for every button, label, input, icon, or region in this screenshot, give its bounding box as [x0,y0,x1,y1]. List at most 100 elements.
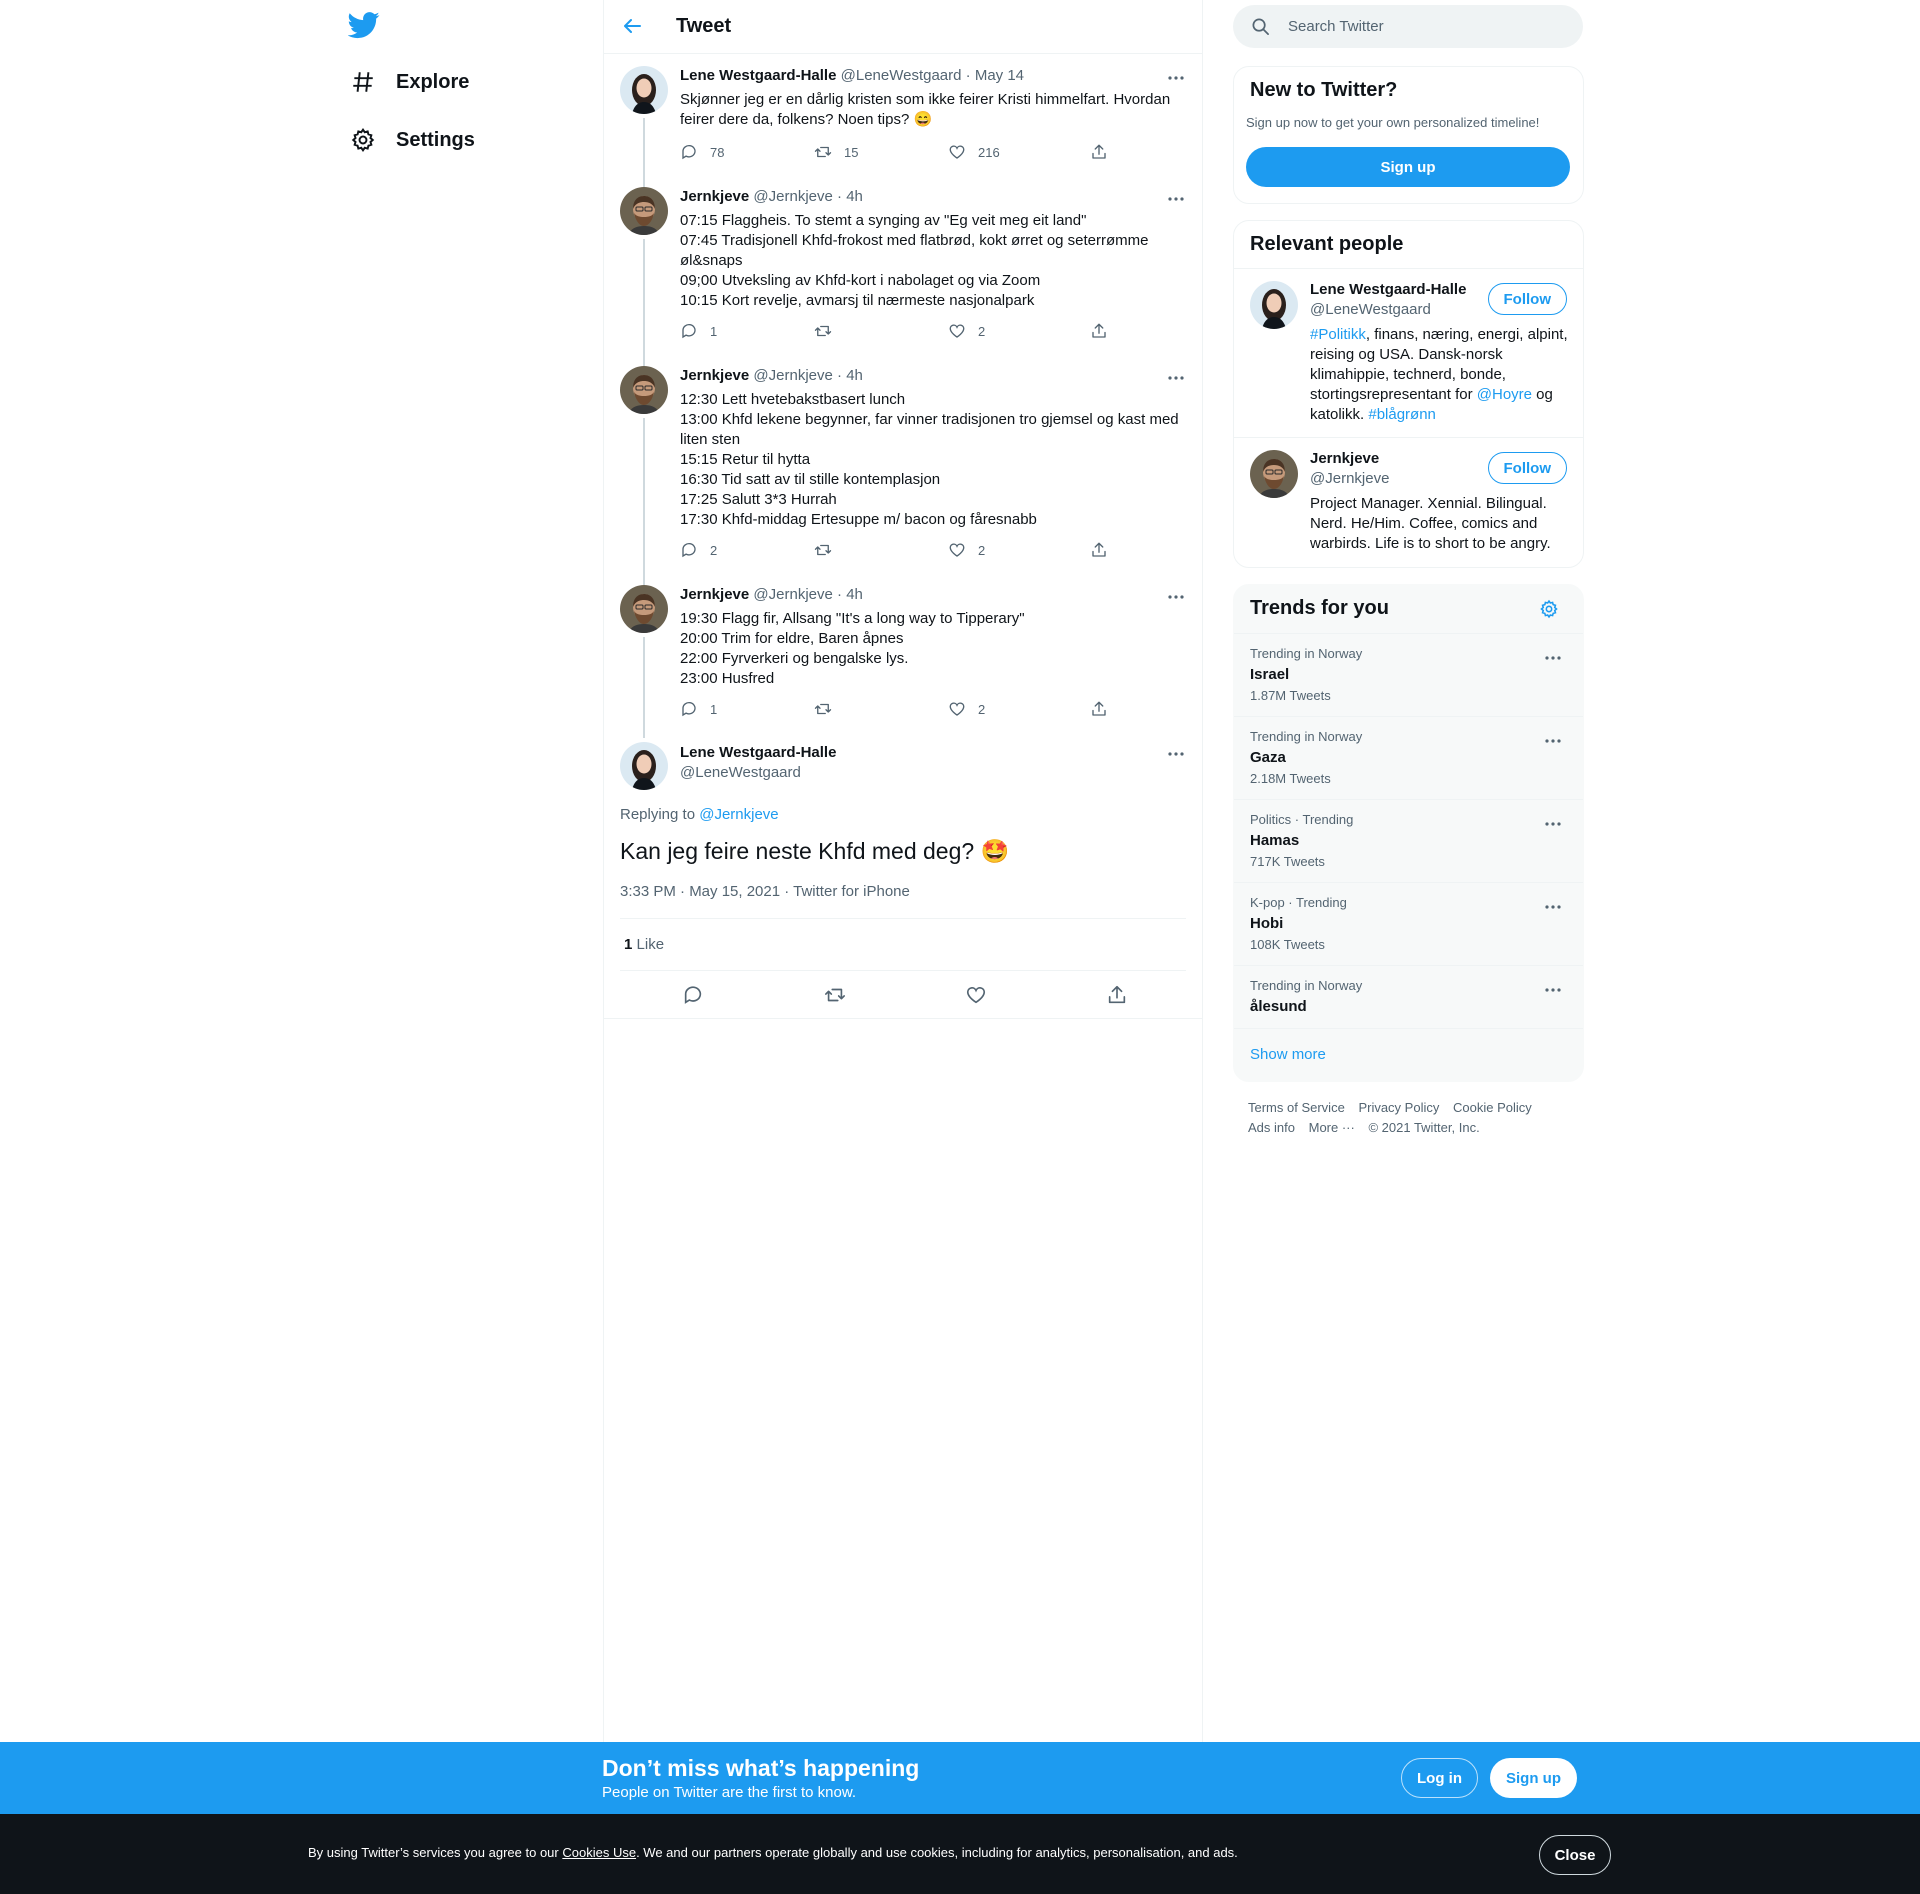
footer-link[interactable]: Privacy Policy [1358,1100,1439,1115]
reply-button[interactable]: 1 [680,699,717,719]
author-handle[interactable]: @Jernkjeve [753,586,832,603]
author-name[interactable]: Lene Westgaard-Halle [680,744,836,761]
follow-button[interactable]: Follow [1487,452,1567,484]
close-button[interactable]: Close [1539,1835,1611,1875]
trend-item[interactable]: Trending in Norway Gaza 2.18M Tweets [1234,716,1583,799]
hashtag-link[interactable]: #blågrønn [1368,406,1436,423]
tweet-time[interactable]: 4h [846,586,863,603]
more-icon[interactable] [1166,368,1186,388]
reply-count: 2 [710,542,718,558]
author-handle[interactable]: @Jernkjeve [753,367,832,384]
retweet-button[interactable] [814,699,844,719]
tweet-meta[interactable]: 3:33 PM · May 15, 2021 · Twitter for iPh… [620,883,910,900]
like-button[interactable]: 2 [948,321,985,341]
avatar[interactable] [620,585,668,633]
retweet-button[interactable] [814,540,844,560]
login-button[interactable]: Log in [1401,1758,1478,1798]
retweet-icon[interactable] [824,984,848,1008]
arrow-left-icon[interactable] [620,14,644,38]
trend-item[interactable]: K-pop · Trending Hobi 108K Tweets [1234,882,1583,965]
author-handle[interactable]: @LeneWestgaard [680,764,801,781]
more-icon[interactable] [1543,980,1563,1000]
trend-item[interactable]: Trending in Norway ålesund [1234,965,1583,1028]
gear-icon[interactable] [1539,599,1559,619]
thread-tweet[interactable]: Lene Westgaard-Halle @LeneWestgaard · Ma… [604,54,1202,175]
thread-tweet[interactable]: Jernkjeve @Jernkjeve · 4h 12:30 Lett hve… [604,354,1202,574]
trend-item[interactable]: Trending in Norway Israel 1.87M Tweets [1234,633,1583,716]
person-name[interactable]: Lene Westgaard-Halle [1310,281,1466,298]
share-button[interactable] [1090,540,1108,560]
hashtag-link[interactable]: #Politikk [1310,326,1366,343]
more-icon[interactable] [1166,68,1186,88]
author-handle[interactable]: @LeneWestgaard [841,67,962,84]
more-icon[interactable] [1543,897,1563,917]
reply-button[interactable]: 2 [680,540,717,560]
reply-icon[interactable] [682,984,706,1008]
heart-icon[interactable] [965,984,989,1008]
retweet-button[interactable] [814,321,844,341]
trend-item[interactable]: Politics · Trending Hamas 717K Tweets [1234,799,1583,882]
person-row[interactable]: Jernkjeve @Jernkjeve Follow Project Mana… [1234,438,1583,566]
person-handle[interactable]: @Jernkjeve [1310,470,1389,487]
footer-link[interactable]: Terms of Service [1248,1100,1345,1115]
thread-tweet[interactable]: Jernkjeve @Jernkjeve · 4h 19:30 Flagg fi… [604,573,1202,738]
like-button[interactable]: 216 [948,142,1000,162]
tweet-text: 07:15 Flaggheis. To stemt a synging av "… [680,211,1186,311]
footer-link[interactable]: More ··· [1309,1120,1355,1135]
show-more-link[interactable]: Show more [1250,1046,1326,1063]
signup-button[interactable]: Sign up [1246,147,1570,187]
more-icon[interactable] [1543,648,1563,668]
more-icon[interactable] [1543,814,1563,834]
share-icon[interactable] [1106,984,1130,1008]
retweet-button[interactable]: 15 [814,142,858,162]
footer-link[interactable]: Ads info [1248,1120,1295,1135]
avatar[interactable] [1250,281,1298,329]
reply-button[interactable]: 1 [680,321,717,341]
search-input[interactable] [1286,17,1560,36]
avatar[interactable] [620,366,668,414]
tweet-line: 12:30 Lett hvetebakstbasert lunch [680,391,906,408]
replying-to-link[interactable]: @Jernkjeve [699,806,778,823]
thread-tweet[interactable]: Jernkjeve @Jernkjeve · 4h 07:15 Flagghei… [604,175,1202,354]
nav-item-settings[interactable]: Settings [350,116,475,164]
author-handle[interactable]: @Jernkjeve [753,188,832,205]
likes-summary[interactable]: 1 Like [624,936,664,953]
more-icon[interactable] [1166,744,1186,764]
share-button[interactable] [1090,321,1108,341]
share-button[interactable] [1090,142,1108,162]
like-count: 2 [978,323,986,339]
twitter-bird-icon[interactable] [348,9,380,41]
tweet-time[interactable]: 4h [846,188,863,205]
search-bar[interactable] [1233,5,1583,48]
like-button[interactable]: 2 [948,699,985,719]
author-name[interactable]: Jernkjeve [680,367,749,384]
cookies-use-link[interactable]: Cookies Use [562,1845,636,1860]
trend-context: Trending in Norway [1250,729,1363,744]
author-name[interactable]: Jernkjeve [680,188,749,205]
avatar[interactable] [620,742,668,790]
tweet-body: Jernkjeve @Jernkjeve · 4h 19:30 Flagg fi… [680,585,1186,689]
mention-link[interactable]: @Hoyre [1477,386,1532,403]
nav-item-explore[interactable]: Explore [350,58,469,106]
signup-button[interactable]: Sign up [1490,1758,1577,1798]
share-button[interactable] [1090,699,1108,719]
person-name[interactable]: Jernkjeve [1310,450,1379,467]
like-button[interactable]: 2 [948,540,985,560]
avatar[interactable] [620,66,668,114]
more-icon[interactable] [1166,189,1186,209]
avatar[interactable] [620,187,668,235]
tweet-time[interactable]: 4h [846,367,863,384]
thread-line [643,573,645,585]
more-icon[interactable] [1166,587,1186,607]
reply-button[interactable]: 78 [680,142,724,162]
tweet-time[interactable]: May 14 [975,67,1024,84]
author-name[interactable]: Lene Westgaard-Halle [680,67,836,84]
avatar[interactable] [1250,450,1298,498]
person-handle[interactable]: @LeneWestgaard [1310,301,1431,318]
person-bio: Project Manager. Xennial. Bilingual. Ner… [1310,495,1551,552]
more-icon[interactable] [1543,731,1563,751]
footer-link[interactable]: Cookie Policy [1453,1100,1532,1115]
author-name[interactable]: Jernkjeve [680,586,749,603]
follow-button[interactable]: Follow [1487,283,1567,315]
person-row[interactable]: Lene Westgaard-Halle @LeneWestgaard Foll… [1234,269,1583,437]
